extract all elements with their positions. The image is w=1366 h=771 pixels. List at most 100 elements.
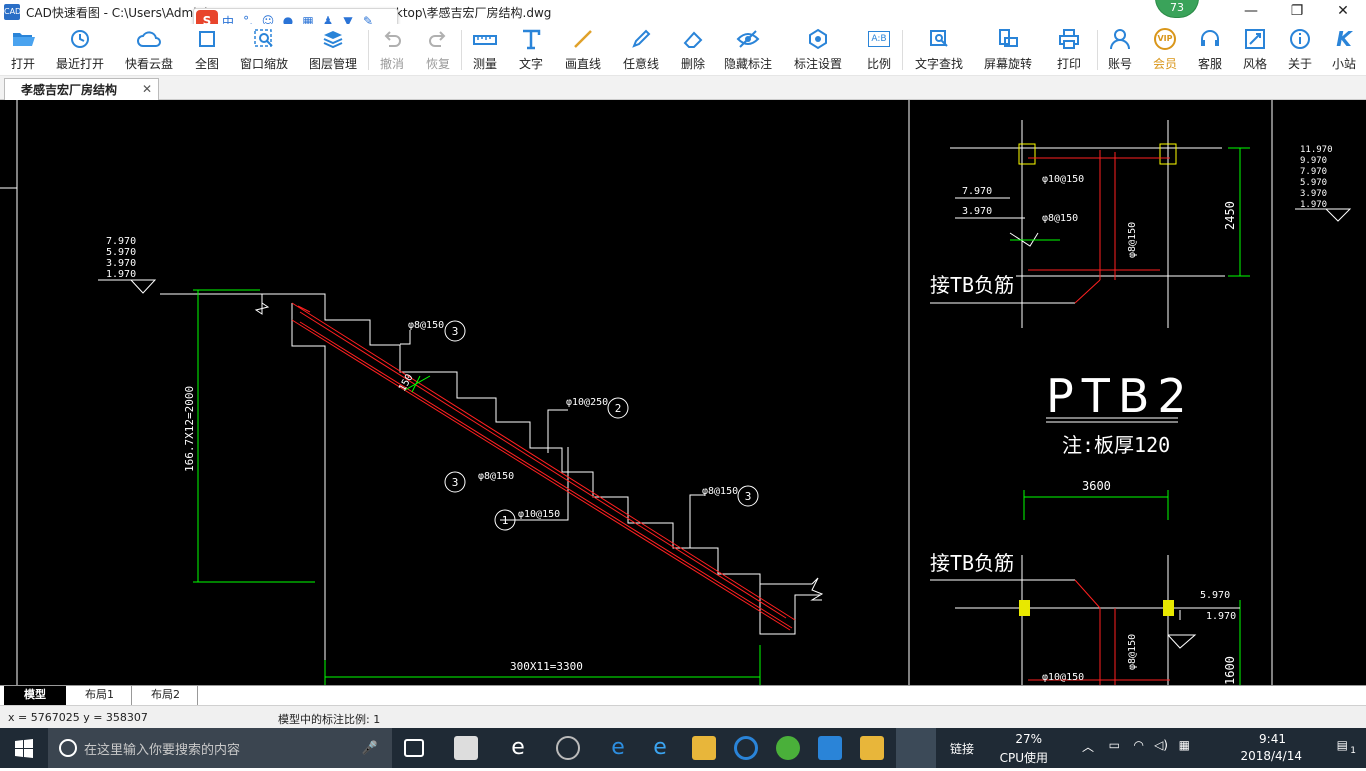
dim-vertical-label: 166.7X12=2000 xyxy=(183,386,196,472)
notification-count: 1 xyxy=(1350,746,1356,756)
close-button[interactable]: ✕ xyxy=(1320,0,1366,24)
dim-settings-button[interactable]: 标注设置 xyxy=(780,24,856,76)
blue-app-icon[interactable] xyxy=(818,736,842,760)
windows-taskbar: 在这里输入你要搜索的内容 🎤 e e e 链接 27% CPU使用 ︿ ▭ ◠ … xyxy=(0,728,1366,768)
elev-label: 9.970 xyxy=(1300,156,1327,166)
ime-indicator-icon[interactable]: ▦ xyxy=(1179,738,1190,752)
layers-icon xyxy=(320,28,346,50)
pinwheel-app-icon[interactable] xyxy=(454,736,478,760)
right-top-rebar-red xyxy=(1028,150,1170,304)
browser-g-icon[interactable] xyxy=(734,736,758,760)
window-zoom-button[interactable]: 窗口缩放 xyxy=(230,24,298,76)
green-app-icon[interactable] xyxy=(776,736,800,760)
maximize-button[interactable]: ❐ xyxy=(1274,0,1320,24)
edge-icon[interactable]: e xyxy=(606,736,630,760)
rebar-number-circles xyxy=(444,320,759,531)
recent-button[interactable]: 最近打开 xyxy=(46,24,114,76)
hide-dim-button[interactable]: 隐藏标注 xyxy=(716,24,780,76)
rebar-text: φ10@250 xyxy=(566,397,608,408)
swirl-app-icon[interactable] xyxy=(556,736,580,760)
file-explorer-icon[interactable] xyxy=(692,736,716,760)
line-button[interactable]: 画直线 xyxy=(554,24,612,76)
about-label: 关于 xyxy=(1287,57,1312,71)
close-tab-icon[interactable]: ✕ xyxy=(142,82,152,96)
notes-app-icon[interactable] xyxy=(860,736,884,760)
style-icon xyxy=(1242,28,1268,50)
account-button[interactable]: 账号 xyxy=(1098,24,1142,76)
column-marker xyxy=(1018,143,1036,165)
elev-label: 5.970 xyxy=(1200,590,1230,601)
service-button[interactable]: 客服 xyxy=(1188,24,1232,76)
elev-label: 1.970 xyxy=(1206,611,1236,622)
cloud-button[interactable]: 快看云盘 xyxy=(114,24,184,76)
layout-tab-bar: 模型 布局1 布局2 xyxy=(0,685,1366,705)
cortana-icon xyxy=(59,739,77,757)
text-search-button[interactable]: 文字查找 xyxy=(903,24,975,76)
layers-button[interactable]: 图层管理 xyxy=(298,24,368,76)
open-button[interactable]: 打开 xyxy=(0,24,46,76)
printer-icon xyxy=(1056,28,1082,50)
fit-icon xyxy=(194,28,220,50)
undo-icon xyxy=(379,28,405,50)
right-bottom-rebar-red xyxy=(1028,579,1170,685)
site-icon: K xyxy=(1336,27,1352,51)
style-button[interactable]: 风格 xyxy=(1232,24,1278,76)
tray-link-label[interactable]: 链接 xyxy=(950,740,974,757)
wifi-icon[interactable]: ◠ xyxy=(1134,738,1144,752)
microphone-icon[interactable]: 🎤 xyxy=(362,741,378,756)
fit-label: 全图 xyxy=(194,57,219,71)
layout-tab-2[interactable]: 布局2 xyxy=(134,686,198,705)
rebar-text: φ10@150 xyxy=(518,509,560,520)
rebar-text: φ8@150 xyxy=(1127,222,1138,258)
rotate-button[interactable]: 屏幕旋转 xyxy=(975,24,1041,76)
stair-body-outline xyxy=(291,303,820,685)
minimize-button[interactable]: — xyxy=(1228,0,1274,24)
layout-tab-1[interactable]: 布局1 xyxy=(68,686,132,705)
start-button[interactable] xyxy=(0,728,48,768)
ie-icon[interactable]: e xyxy=(506,736,530,760)
cloud-label: 快看云盘 xyxy=(124,57,173,71)
document-tab-label: 孝感吉宏厂房结构 xyxy=(21,83,118,97)
document-tab-bar: 孝感吉宏厂房结构 ✕ xyxy=(0,76,1366,100)
elev-label: 3.970 xyxy=(106,258,136,269)
clock-time[interactable]: 9:41 xyxy=(1259,732,1286,746)
stair-step-outline xyxy=(160,293,824,601)
redo-button[interactable]: 恢复 xyxy=(415,24,461,76)
rebar-text: φ8@150 xyxy=(1127,634,1138,670)
notification-badge[interactable]: 73 xyxy=(1155,0,1199,18)
layout-tab-model[interactable]: 模型 xyxy=(4,686,66,705)
dim-label: 3600 xyxy=(1082,479,1111,493)
undo-button[interactable]: 撤消 xyxy=(369,24,415,76)
text-search-icon xyxy=(926,28,952,50)
task-view-icon[interactable] xyxy=(404,739,424,757)
measure-button[interactable]: 测量 xyxy=(462,24,508,76)
volume-icon[interactable]: ◁) xyxy=(1154,738,1168,752)
cad-app-taskbar-icon[interactable] xyxy=(896,728,936,768)
dim-scale-readout: 模型中的标注比例: 1 xyxy=(278,713,381,726)
fit-button[interactable]: 全图 xyxy=(184,24,230,76)
redo-icon xyxy=(425,28,451,50)
member-button[interactable]: VIP 会员 xyxy=(1142,24,1188,76)
rebar-text: φ8@150 xyxy=(702,486,738,497)
battery-icon[interactable]: ▭ xyxy=(1109,738,1120,752)
print-button[interactable]: 打印 xyxy=(1041,24,1097,76)
freehand-button[interactable]: 任意线 xyxy=(612,24,670,76)
rebar-number: 2 xyxy=(615,402,622,415)
document-tab[interactable]: 孝感吉宏厂房结构 ✕ xyxy=(4,78,159,100)
elevation-marker xyxy=(98,279,157,294)
scale-button[interactable]: A:B 比例 xyxy=(856,24,902,76)
action-center-icon[interactable]: ▤ xyxy=(1337,738,1348,752)
site-button[interactable]: K 小站 xyxy=(1322,24,1366,76)
clock-date[interactable]: 2018/4/14 xyxy=(1240,749,1302,763)
tray-chevron-icon[interactable]: ︿ xyxy=(1082,738,1094,755)
taskbar-search[interactable]: 在这里输入你要搜索的内容 🎤 xyxy=(48,728,392,768)
erase-button[interactable]: 删除 xyxy=(670,24,716,76)
ptb-title: PTB2 xyxy=(1046,369,1195,423)
undo-label: 撤消 xyxy=(379,57,404,71)
ie-blue-icon[interactable]: e xyxy=(648,736,672,760)
rebar-number: 3 xyxy=(745,490,752,503)
text-button[interactable]: 文字 xyxy=(508,24,554,76)
line-icon xyxy=(570,28,596,50)
drawing-canvas[interactable]: 7.970 5.970 3.970 1.970 166.7X12=2000 30… xyxy=(0,100,1366,685)
about-button[interactable]: 关于 xyxy=(1278,24,1322,76)
